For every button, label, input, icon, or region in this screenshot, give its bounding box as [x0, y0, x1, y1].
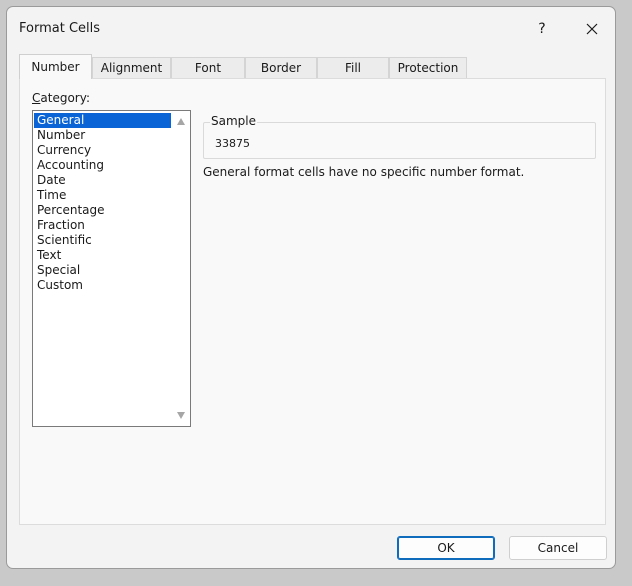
category-item-time[interactable]: Time: [34, 188, 171, 203]
category-label-text: ategory:: [40, 91, 90, 105]
tab-protection[interactable]: Protection: [389, 57, 467, 78]
category-item-scientific[interactable]: Scientific: [34, 233, 171, 248]
category-item-fraction[interactable]: Fraction: [34, 218, 171, 233]
category-listbox[interactable]: General Number Currency Accounting Date …: [32, 110, 191, 427]
scroll-up-arrow-icon[interactable]: [177, 118, 185, 125]
format-description: General format cells have no specific nu…: [203, 165, 525, 179]
category-item-special[interactable]: Special: [34, 263, 171, 278]
category-item-text[interactable]: Text: [34, 248, 171, 263]
category-item-accounting[interactable]: Accounting: [34, 158, 171, 173]
format-cells-dialog: Format Cells ? Number Alignment Font Bor…: [6, 6, 616, 569]
category-scrollbar[interactable]: [173, 111, 190, 426]
tab-font[interactable]: Font: [171, 57, 245, 78]
scroll-down-arrow-icon[interactable]: [177, 412, 185, 419]
title-bar: Format Cells ?: [7, 7, 615, 51]
tab-number[interactable]: Number: [19, 54, 92, 79]
category-label: Category:: [32, 91, 90, 105]
close-icon: [586, 23, 598, 35]
category-list: General Number Currency Accounting Date …: [34, 113, 171, 293]
dialog-title: Format Cells: [19, 21, 101, 36]
help-button[interactable]: ?: [523, 15, 561, 43]
number-tab-panel: Category: General Number Currency Accoun…: [19, 78, 606, 525]
category-item-currency[interactable]: Currency: [34, 143, 171, 158]
cancel-button[interactable]: Cancel: [509, 536, 607, 560]
category-item-date[interactable]: Date: [34, 173, 171, 188]
sample-value: 33875: [215, 137, 250, 150]
close-button[interactable]: [573, 15, 611, 43]
category-item-general[interactable]: General: [34, 113, 171, 128]
ok-button[interactable]: OK: [397, 536, 495, 560]
tab-alignment[interactable]: Alignment: [92, 57, 171, 78]
category-item-percentage[interactable]: Percentage: [34, 203, 171, 218]
tab-border[interactable]: Border: [245, 57, 317, 78]
sample-group: Sample 33875: [203, 114, 596, 159]
category-item-custom[interactable]: Custom: [34, 278, 171, 293]
category-item-number[interactable]: Number: [34, 128, 171, 143]
tab-fill[interactable]: Fill: [317, 57, 389, 78]
sample-label: Sample: [210, 114, 257, 128]
